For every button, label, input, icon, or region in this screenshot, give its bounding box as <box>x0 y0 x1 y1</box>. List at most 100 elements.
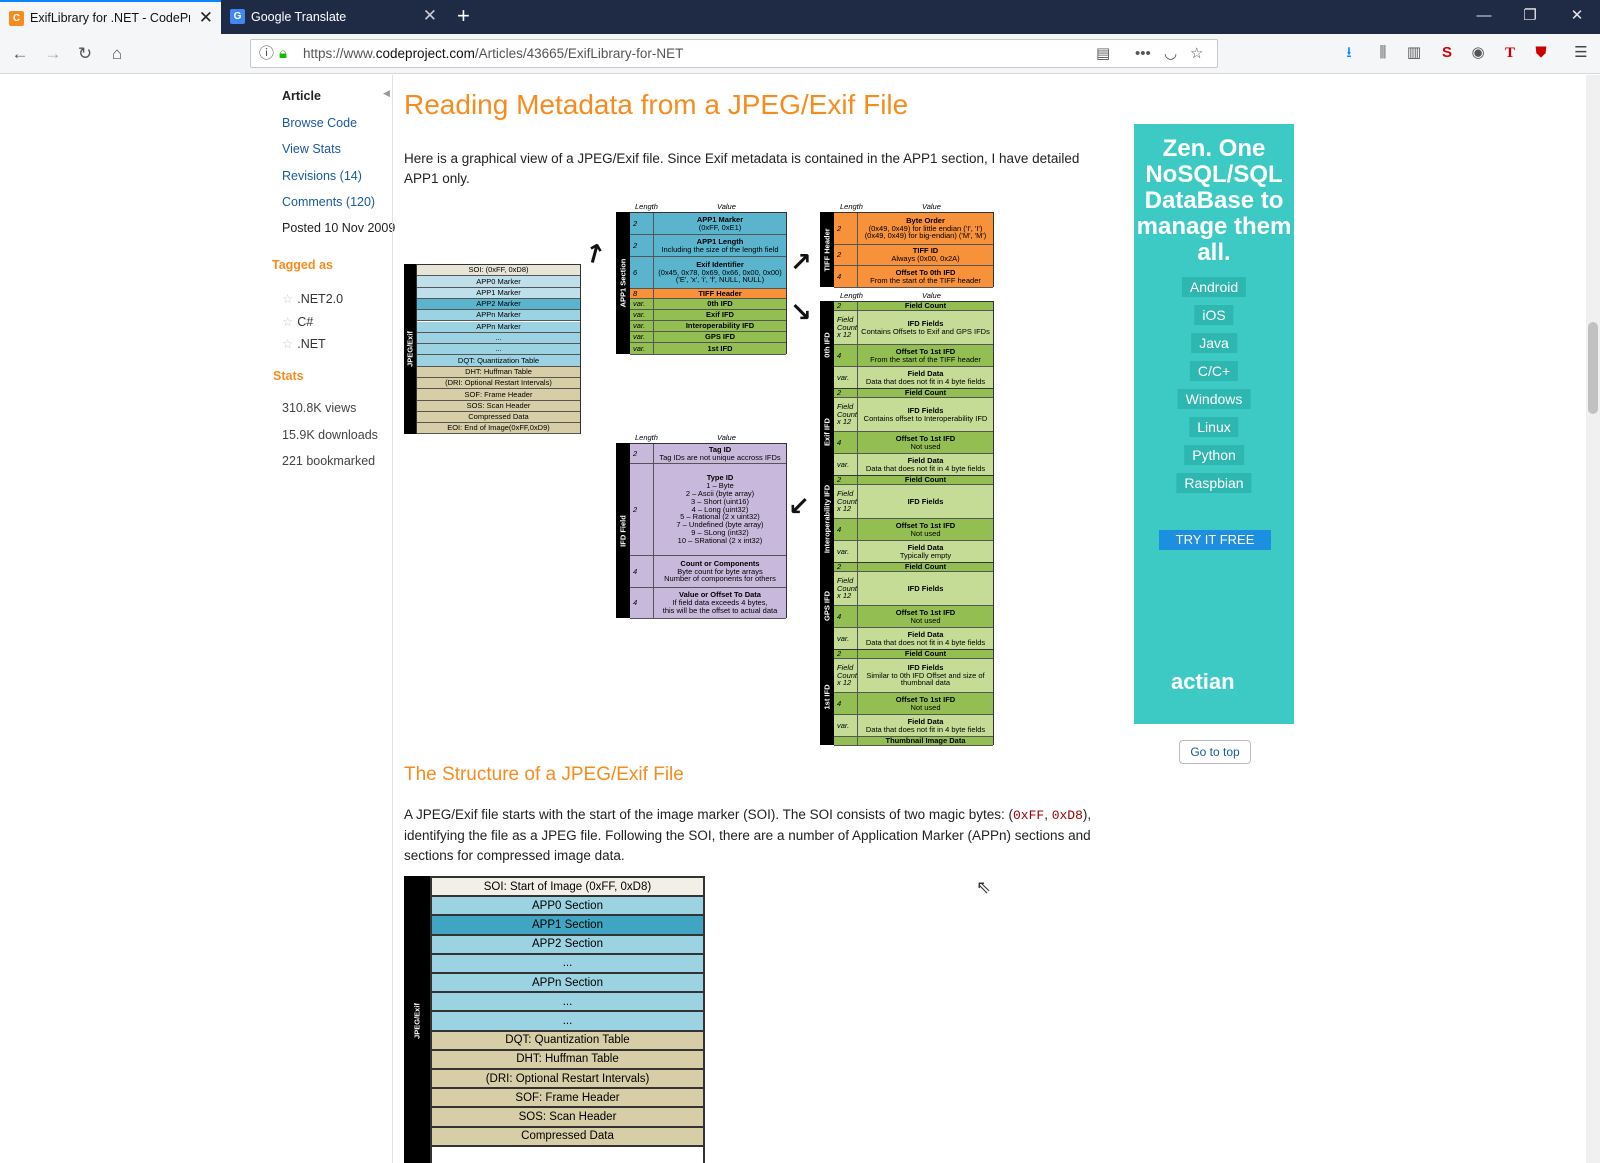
library-icon[interactable]: ⫼ <box>1372 43 1394 63</box>
row-value: Field Data Data that does not fit in 4 by… <box>858 454 993 475</box>
reader-view-icon[interactable]: ▤ <box>1096 44 1110 64</box>
page-actions-icon[interactable]: ••• <box>1135 44 1151 64</box>
arrow-icon: ↗ <box>790 247 812 277</box>
download-icon[interactable]: ⭳ <box>1338 43 1360 63</box>
row-desc: Including the size of the length field <box>661 244 779 254</box>
extension-t-icon[interactable]: T <box>1499 43 1521 63</box>
section-label: APP1 Section <box>616 212 630 354</box>
diagram-table: 2 Byte Order (0x49, 0x49) for little endia… <box>834 212 994 288</box>
row-desc: Contains offset to Interoperability IFD <box>863 413 988 423</box>
tag-item[interactable]: ☆ .NET2.0 <box>282 291 343 306</box>
url-bar[interactable]: ⓘ 🔒︎ https://www.codeproject.com/Article… <box>250 39 1218 68</box>
ad-language[interactable]: iOS <box>1194 305 1234 325</box>
close-tab-icon[interactable]: ✕ <box>199 8 213 28</box>
length-header: Length <box>635 202 658 211</box>
account-icon[interactable]: ◉ <box>1467 43 1489 63</box>
row-title: Interoperability IFD <box>685 321 755 331</box>
section-label-text: Interoperability IFD <box>822 484 832 553</box>
new-tab-icon[interactable]: + <box>457 3 470 29</box>
advertisement[interactable]: Zen. One NoSQL/SQL DataBase to manage th… <box>1134 124 1294 724</box>
diagram-row: var. GPS IFD <box>630 332 786 343</box>
tab-exiflibrary[interactable]: C ExifLibrary for .NET - CodeProje ✕ <box>0 0 221 34</box>
tab-google-translate[interactable]: G Google Translate ✕ <box>221 0 445 34</box>
section-label-text: 0th IFD <box>822 331 832 358</box>
jpeg-row: DHT: Huffman Table <box>417 366 580 378</box>
section-label: Exif IFD <box>820 388 834 475</box>
row-desc: Data that does not fit in 4 byte fields <box>865 376 986 386</box>
arrow-icon: ↙ <box>788 491 810 521</box>
ad-language[interactable]: Java <box>1191 333 1237 353</box>
row-value: APP1 Marker (0xFF, 0xE1) <box>654 213 786 234</box>
row-value: 0th IFD <box>654 299 786 309</box>
shield-icon[interactable]: ⛊ <box>1530 43 1552 63</box>
extension-s-icon[interactable]: S <box>1436 43 1458 63</box>
row-length: var. <box>630 310 654 320</box>
sidebar-item-comments[interactable]: Comments (120) <box>282 195 375 209</box>
row-value: Field Count <box>858 302 993 310</box>
forward-icon[interactable]: → <box>41 42 65 66</box>
page-scrollbar[interactable] <box>1586 75 1600 1163</box>
row-desc: this will be the offset to actual data <box>662 605 778 615</box>
sidebar-item-browse-code[interactable]: Browse Code <box>282 116 357 130</box>
row-length: var. <box>630 332 654 342</box>
back-icon[interactable]: ← <box>8 42 32 66</box>
row-title: 0th IFD <box>707 299 733 309</box>
scrollbar-thumb[interactable] <box>1588 322 1598 414</box>
ad-language[interactable]: C/C+ <box>1189 361 1239 381</box>
ad-language[interactable]: Linux <box>1189 417 1239 437</box>
sidebar-item-revisions[interactable]: Revisions (14) <box>282 169 362 183</box>
row-desc: Not used <box>910 441 941 451</box>
sidebar-icon[interactable]: ▥ <box>1403 43 1425 63</box>
section-label: JPEG/Exif <box>404 876 430 1163</box>
section-label: 1st IFD <box>820 649 834 745</box>
pocket-icon[interactable]: ◡ <box>1164 44 1177 64</box>
section-label-text: TIFF Header <box>822 227 832 272</box>
info-icon[interactable]: ⓘ <box>259 44 274 64</box>
row-length: 2 <box>630 444 654 463</box>
close-tab-icon[interactable]: ✕ <box>423 6 437 26</box>
structure-paragraph: A JPEG/Exif file starts with the start o… <box>404 807 1092 863</box>
go-to-top-button[interactable]: Go to top <box>1179 740 1251 764</box>
row-title: 1st IFD <box>707 343 733 353</box>
value-header: Value <box>922 291 941 300</box>
ad-try-free-button[interactable]: TRY IT FREE <box>1159 530 1271 550</box>
section-label-text: GPS IFD <box>822 590 832 621</box>
value-header: Value <box>717 433 736 442</box>
jpeg-row: EOI: End of Image(0xFF,0xD9) <box>417 423 580 435</box>
menu-icon[interactable]: ☰ <box>1570 43 1592 63</box>
value-header: Value <box>717 202 736 211</box>
tag-item[interactable]: ☆ .NET <box>282 336 326 351</box>
stat-downloads: 15.9K downloads <box>282 428 378 442</box>
minimize-icon[interactable]: — <box>1469 5 1499 27</box>
structure-row: DQT: Quantization Table <box>432 1031 703 1051</box>
structure-row: APP2 Section <box>432 935 703 955</box>
home-icon[interactable]: ⌂ <box>105 42 129 66</box>
diagram-row: Field Count x 12 IFD Fields Similar to 0th… <box>834 659 993 693</box>
close-window-icon[interactable]: ✕ <box>1562 5 1592 27</box>
restore-icon[interactable]: ❐ <box>1515 5 1545 27</box>
row-value: Field Count <box>858 389 993 397</box>
section-heading: The Structure of a JPEG/Exif File <box>404 764 684 785</box>
sidebar-item-view-stats[interactable]: View Stats <box>282 142 341 156</box>
ad-language[interactable]: Python <box>1184 445 1244 465</box>
reload-icon[interactable]: ↻ <box>73 42 97 66</box>
row-length: 8 <box>630 289 654 298</box>
sidebar-item-article[interactable]: Article <box>282 89 321 103</box>
ad-language[interactable]: Android <box>1181 277 1247 297</box>
jpeg-stack: SOI: (0xFF, 0xD8) APP0 Marker APP1 Marker A… <box>416 264 581 435</box>
star-icon: ☆ <box>282 337 294 351</box>
row-title: Field Count <box>904 650 947 659</box>
row-value: Field Data Data that does not fit in 4 by… <box>858 715 993 736</box>
bookmark-star-icon[interactable]: ☆ <box>1190 44 1203 64</box>
diagram-row: var. 0th IFD <box>630 299 786 310</box>
row-desc: Typically empty <box>899 550 952 560</box>
ad-language[interactable]: Raspbian <box>1176 473 1252 493</box>
tag-item[interactable]: ☆ C# <box>282 314 313 329</box>
collapse-sidebar-icon[interactable]: ◀ <box>383 88 390 99</box>
diagram-row: 4 Value or Offset To Data If field data ex… <box>630 588 786 619</box>
ad-language[interactable]: Windows <box>1177 389 1251 409</box>
star-icon: ☆ <box>282 315 294 329</box>
structure-row: ... <box>432 954 703 974</box>
row-title: IFD Fields <box>907 496 944 506</box>
row-title: Field Count <box>904 476 947 485</box>
